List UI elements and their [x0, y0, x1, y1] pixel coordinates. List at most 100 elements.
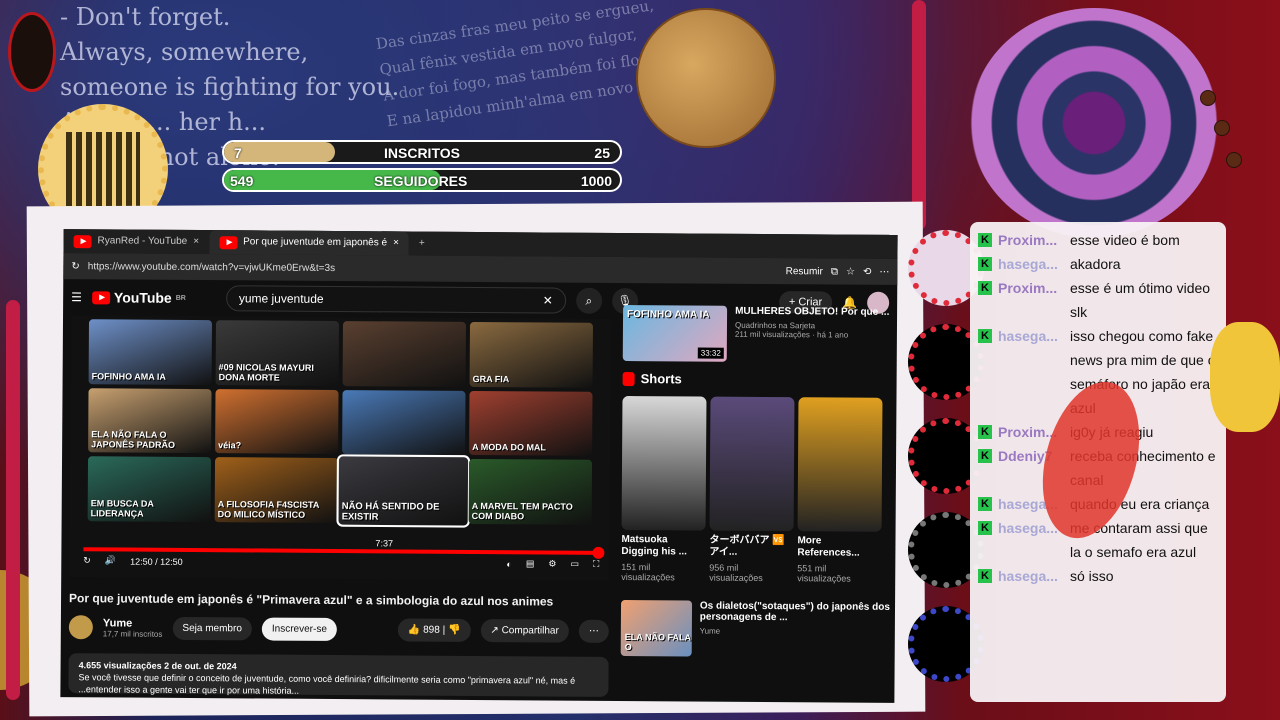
video-player[interactable]: FOFINHO AMA IA #09 NICOLAS MAYURI DONA MO…: [69, 315, 612, 581]
progress-bar[interactable]: [83, 546, 605, 559]
scrubber-handle[interactable]: [592, 546, 605, 559]
list-item[interactable]: FOFINHO AMA IA 33:32 MULHERES OBJETO! Por…: [622, 305, 893, 363]
history-icon[interactable]: ⟲: [863, 266, 871, 277]
thumbnail-text: A FILOSOFIA F4SCISTA DO MILICO MÍSTICO: [217, 499, 320, 520]
tab-video[interactable]: Por que juventude em japonês é ×: [209, 230, 410, 256]
seguidores-label: SEGUIDORES: [374, 173, 468, 189]
end-screen-thumbnail[interactable]: A MARVEL TEM PACTO COM DIABO: [468, 459, 593, 525]
video-title[interactable]: MULHERES OBJETO! Por que ...: [735, 306, 889, 318]
short-item[interactable]: More References... 551 mil visualizações: [797, 397, 883, 584]
end-screen-grid: FOFINHO AMA IA #09 NICOLAS MAYURI DONA MO…: [70, 315, 611, 529]
clear-search-icon[interactable]: ✕: [543, 293, 553, 307]
end-screen-thumbnail[interactable]: EM BUSCA DA LIDERANÇA: [87, 456, 212, 523]
hamburger-menu-icon[interactable]: ☰: [71, 290, 82, 304]
kick-badge-icon: K: [978, 521, 992, 535]
youtube-favicon-icon: [219, 235, 238, 249]
short-thumbnail[interactable]: [797, 397, 883, 532]
search-button[interactable]: ⌕: [575, 287, 602, 314]
chat-username[interactable]: hasega...: [998, 324, 1064, 420]
inscritos-current: 7: [234, 145, 242, 161]
resume-button[interactable]: Resumir: [786, 266, 823, 277]
close-icon[interactable]: ×: [193, 230, 199, 254]
search-value: yume juventude: [238, 291, 324, 306]
kick-badge-icon: K: [978, 281, 992, 295]
short-views: 956 mil visualizações: [709, 562, 763, 583]
short-item[interactable]: Matsuoka Digging his ... 151 mil visualiz…: [621, 396, 707, 583]
short-title: ターボババア 🆚 アイ...: [709, 534, 785, 558]
chat-message: Khasega... só isso: [978, 564, 1218, 588]
channel-name[interactable]: Yume: [103, 617, 163, 629]
end-screen-thumbnail[interactable]: A FILOSOFIA F4SCISTA DO MILICO MÍSTICO: [214, 457, 339, 523]
end-screen-thumbnail[interactable]: [342, 321, 467, 387]
video-meta: 211 mil visualizações · há 1 ano: [734, 329, 849, 340]
inscritos-target: 25: [594, 145, 610, 161]
hover-time: 7:37: [375, 538, 394, 549]
inscritos-goal-bar: 7 INSCRITOS 25: [222, 140, 622, 164]
close-icon[interactable]: ×: [393, 231, 399, 255]
time-display: 12:50 / 12:50: [130, 556, 183, 567]
chat-username[interactable]: Proxim...: [998, 276, 1064, 324]
video-title: Por que juventude em japonês é "Primaver…: [69, 591, 554, 609]
short-title: More References...: [797, 535, 860, 559]
channel-avatar[interactable]: [68, 615, 93, 640]
theater-mode-icon[interactable]: ▭: [570, 559, 579, 570]
subtitles-icon[interactable]: ▤: [526, 558, 535, 569]
end-screen-thumbnail[interactable]: ELA NÃO FALA O JAPONÊS PADRÃO: [88, 387, 212, 454]
kick-badge-icon: K: [978, 257, 992, 271]
bead-icon: [1226, 152, 1242, 168]
thumbnail-text: véia?: [218, 440, 242, 451]
fullscreen-icon[interactable]: ⛶: [593, 559, 599, 570]
search-input[interactable]: yume juventude ✕: [225, 285, 566, 314]
extensions-icon[interactable]: ⧉: [831, 266, 838, 277]
thumbs-down-icon[interactable]: 👎: [448, 624, 461, 635]
short-item[interactable]: ターボババア 🆚 アイ... 956 mil visualizações: [709, 396, 795, 584]
reload-icon[interactable]: ↻: [71, 261, 79, 272]
end-screen-thumbnail[interactable]: A MODA DO MAL: [469, 390, 593, 457]
short-views: 151 mil visualizações: [621, 561, 675, 583]
menu-dots-icon[interactable]: ⋯: [879, 266, 889, 277]
thumbnail-text: GRA FIA: [472, 373, 510, 384]
settings-gear-icon[interactable]: ⚙: [548, 558, 556, 569]
short-thumbnail[interactable]: [621, 396, 707, 531]
url-field[interactable]: https://www.youtube.com/watch?v=vjwUKme0…: [88, 261, 335, 274]
share-button[interactable]: ↗ Compartilhar: [480, 618, 569, 643]
short-thumbnail[interactable]: [709, 396, 795, 532]
duration-badge: 33:32: [697, 347, 724, 359]
volume-icon[interactable]: 🔊: [105, 555, 116, 566]
chat-username[interactable]: hasega...: [998, 564, 1064, 588]
end-screen-thumbnail[interactable]: #09 NICOLAS MAYURI DONA MORTE: [215, 320, 340, 386]
video-thumbnail[interactable]: FOFINHO AMA IA 33:32: [622, 305, 728, 362]
yellow-bird-mascot-icon: [1210, 322, 1280, 432]
chat-username[interactable]: Proxim...: [998, 228, 1064, 252]
channel-subs: 17,7 mil inscritos: [102, 628, 163, 639]
list-item[interactable]: ELA NÃO FALA O Os dialetos("sotaques") d…: [620, 599, 891, 658]
chat-message: K Proxim... esse é um ótimo video slk: [978, 276, 1218, 324]
video-thumbnail[interactable]: ELA NÃO FALA O: [620, 599, 692, 657]
favorite-star-icon[interactable]: ☆: [846, 266, 855, 277]
kick-badge-icon: K: [978, 329, 992, 343]
kick-badge-icon: K: [978, 233, 992, 247]
like-button[interactable]: 👍 898 | 👎: [397, 617, 471, 642]
join-button[interactable]: Seja membro: [172, 616, 252, 640]
thumbnail-text: FOFINHO AMA IA: [91, 370, 166, 382]
bead-icon: [1200, 90, 1216, 106]
thumbnail-text: NÃO HÁ SENTIDO DE EXISTIR: [341, 500, 440, 522]
chat-username[interactable]: hasega...: [998, 252, 1064, 276]
end-screen-thumbnail[interactable]: NÃO HÁ SENTIDO DE EXISTIR: [336, 454, 471, 528]
more-actions-button[interactable]: ⋯: [578, 619, 609, 643]
subscribe-button[interactable]: Inscrever-se: [261, 616, 338, 641]
end-screen-thumbnail[interactable]: GRA FIA: [469, 321, 594, 388]
end-screen-thumbnail[interactable]: [342, 389, 466, 456]
end-screen-thumbnail[interactable]: FOFINHO AMA IA: [88, 319, 213, 385]
thumbnail-text: FOFINHO AMA IA: [627, 309, 710, 321]
new-tab-button[interactable]: +: [409, 232, 435, 256]
short-title: Matsuoka Digging his ...: [621, 533, 688, 558]
autoplay-toggle[interactable]: ◐: [506, 559, 512, 569]
end-screen-thumbnail[interactable]: véia?: [215, 388, 339, 455]
youtube-logo[interactable]: YouTube BR: [91, 289, 186, 306]
chat-text: akadora: [1070, 256, 1121, 272]
replay-icon[interactable]: ↻: [83, 555, 91, 566]
description-box[interactable]: 4.655 visualizações 2 de out. de 2024 Se…: [68, 653, 609, 697]
tab-ryanred[interactable]: RyanRed - YouTube ×: [63, 229, 209, 254]
video-title[interactable]: Os dialetos("sotaques") do japonês dos p…: [700, 601, 891, 624]
